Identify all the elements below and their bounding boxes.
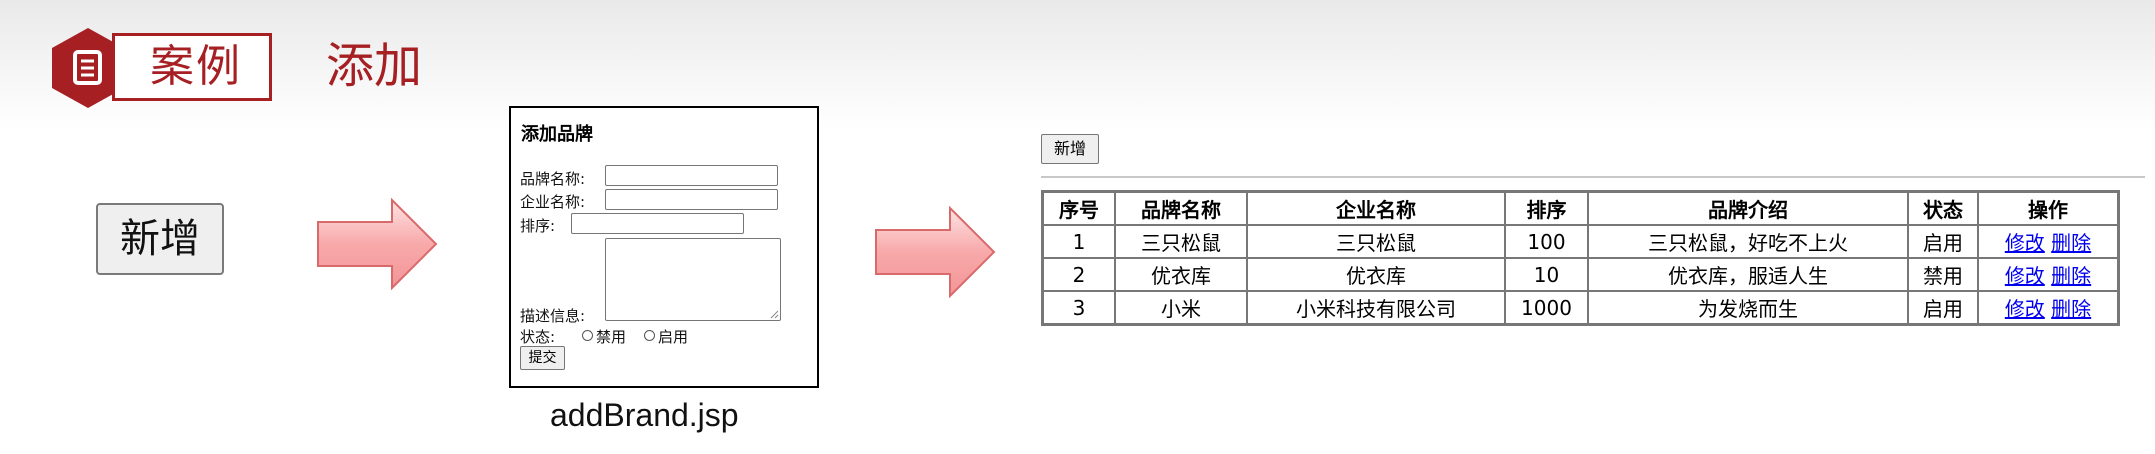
table-row: 2 优衣库 优衣库 10 优衣库，服适人生 禁用 修改 删除 xyxy=(1043,258,2118,291)
cell-intro: 三只松鼠，好吃不上火 xyxy=(1588,225,1908,258)
cell-company: 优衣库 xyxy=(1247,258,1505,291)
add-button-large[interactable]: 新增 xyxy=(96,203,224,275)
cell-index: 2 xyxy=(1043,258,1115,291)
description-textarea[interactable] xyxy=(605,238,781,321)
edit-link[interactable]: 修改 xyxy=(2005,297,2045,321)
status-label: 状态: xyxy=(520,328,556,346)
column-header-company: 企业名称 xyxy=(1247,192,1505,225)
status-enabled-label: 启用 xyxy=(658,328,689,346)
order-field[interactable] xyxy=(571,213,744,234)
cell-brand: 优衣库 xyxy=(1115,258,1247,291)
column-header-status: 状态 xyxy=(1908,192,1978,225)
arrow-right-icon xyxy=(317,198,438,290)
cell-intro: 为发烧而生 xyxy=(1588,291,1908,324)
page-caption: addBrand.jsp xyxy=(550,397,739,433)
table-row: 1 三只松鼠 三只松鼠 100 三只松鼠，好吃不上火 启用 修改 删除 xyxy=(1043,225,2118,258)
cell-actions: 修改 删除 xyxy=(1978,291,2118,324)
order-label: 排序: xyxy=(520,217,556,235)
edit-link[interactable]: 修改 xyxy=(2005,231,2045,255)
company-name-field[interactable] xyxy=(605,189,778,210)
description-label: 描述信息: xyxy=(520,307,586,325)
cell-brand: 小米 xyxy=(1115,291,1247,324)
delete-link[interactable]: 删除 xyxy=(2051,297,2091,321)
status-disabled-label: 禁用 xyxy=(596,328,627,346)
add-button[interactable]: 新增 xyxy=(1041,134,1099,164)
column-header-index: 序号 xyxy=(1043,192,1115,225)
cell-actions: 修改 删除 xyxy=(1978,225,2118,258)
submit-button[interactable]: 提交 xyxy=(520,346,565,370)
delete-link[interactable]: 删除 xyxy=(2051,264,2091,288)
resize-grip-icon[interactable] xyxy=(770,310,779,319)
cell-status: 禁用 xyxy=(1908,258,1978,291)
delete-link[interactable]: 删除 xyxy=(2051,231,2091,255)
cell-actions: 修改 删除 xyxy=(1978,258,2118,291)
column-header-intro: 品牌介绍 xyxy=(1588,192,1908,225)
cell-index: 1 xyxy=(1043,225,1115,258)
cell-intro: 优衣库，服适人生 xyxy=(1588,258,1908,291)
column-header-actions: 操作 xyxy=(1978,192,2118,225)
arrow-right-icon xyxy=(875,206,996,298)
cell-company: 三只松鼠 xyxy=(1247,225,1505,258)
cell-status: 启用 xyxy=(1908,291,1978,324)
case-badge-label: 案例 xyxy=(150,41,242,92)
status-disabled-radio[interactable] xyxy=(582,330,593,341)
divider xyxy=(1041,176,2145,178)
cell-order: 100 xyxy=(1505,225,1588,258)
section-title: 添加 xyxy=(326,38,423,94)
edit-link[interactable]: 修改 xyxy=(2005,264,2045,288)
status-enabled-radio[interactable] xyxy=(644,330,655,341)
brand-name-label: 品牌名称: xyxy=(520,170,586,188)
brand-name-field[interactable] xyxy=(605,165,778,186)
form-title: 添加品牌 xyxy=(521,124,593,145)
cell-order: 10 xyxy=(1505,258,1588,291)
cell-index: 3 xyxy=(1043,291,1115,324)
table-row: 3 小米 小米科技有限公司 1000 为发烧而生 启用 修改 删除 xyxy=(1043,291,2118,324)
cell-company: 小米科技有限公司 xyxy=(1247,291,1505,324)
add-brand-form: 添加品牌 品牌名称: 企业名称: 排序: 描述信息: 状态: 禁用 启用 提交 xyxy=(509,106,819,388)
column-header-order: 排序 xyxy=(1505,192,1588,225)
cell-brand: 三只松鼠 xyxy=(1115,225,1247,258)
cell-status: 启用 xyxy=(1908,225,1978,258)
company-name-label: 企业名称: xyxy=(520,193,586,211)
table-header-row: 序号 品牌名称 企业名称 排序 品牌介绍 状态 操作 xyxy=(1043,192,2118,225)
cell-order: 1000 xyxy=(1505,291,1588,324)
brand-table: 序号 品牌名称 企业名称 排序 品牌介绍 状态 操作 1 三只松鼠 三只松鼠 1… xyxy=(1041,190,2120,326)
column-header-brand: 品牌名称 xyxy=(1115,192,1247,225)
